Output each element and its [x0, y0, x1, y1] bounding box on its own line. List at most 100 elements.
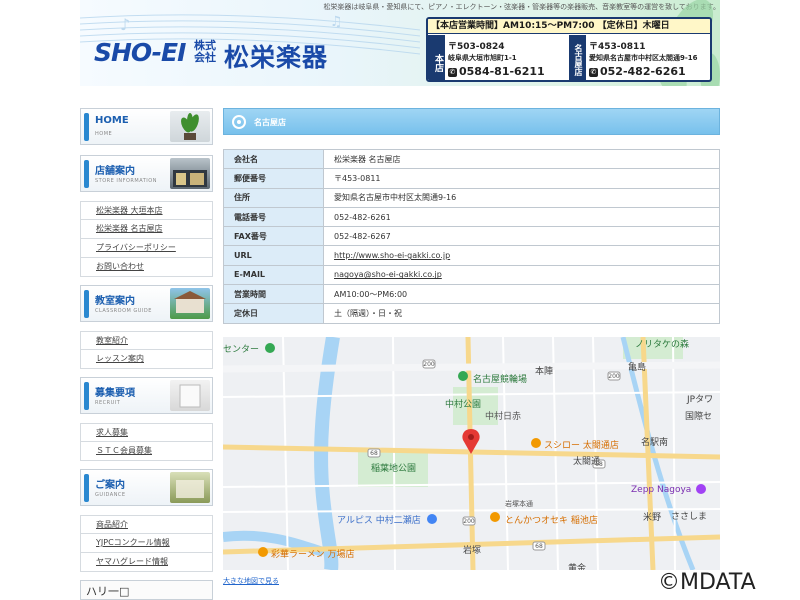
banner-accent-bar	[84, 113, 89, 141]
banner-accent-bar	[84, 474, 89, 502]
map-label: Zepp Nagoya	[631, 485, 692, 495]
main-store-tel: ✆ 0584-81-6211	[448, 65, 545, 78]
info-row: URL http://www.sho-ei-gakki.co.jp	[223, 245, 720, 266]
road-number: 68	[535, 543, 543, 550]
sidebar-bottom-box[interactable]: ハリ一□	[80, 580, 213, 600]
nagoya-store-address: 愛知県名古屋市中村区太閤通9-16	[589, 54, 698, 62]
link-privacy-policy[interactable]: プライバシーポリシー	[80, 239, 213, 258]
store-hours-box: 【本店営業時間】AM10:15～PM7:00 【定休日】木曜日 本店 〒503-…	[426, 17, 712, 82]
link-yamaha-grade[interactable]: ヤマハグレード情報	[80, 553, 213, 572]
main-store-tag: 本店	[428, 35, 445, 80]
map-poi-dot	[258, 547, 268, 557]
guide-thumbnail	[170, 472, 210, 503]
info-value-cell: 愛知県名古屋市中村区太閤通9-16	[323, 187, 720, 208]
link-contact[interactable]: お問い合わせ	[80, 258, 213, 277]
shop-banner[interactable]: 店舗案内 STORE INFORMATION	[80, 155, 213, 192]
guide-banner-title: ご案内	[95, 480, 125, 491]
school-banner-sub: CLASSROOM GUIDE	[95, 308, 152, 314]
map-label: アルピス 中村二瀬店	[337, 516, 421, 526]
map-label: とんかつオセキ 稲池店	[505, 516, 598, 526]
recruit-thumbnail	[170, 380, 210, 411]
info-value-cell[interactable]: http://www.sho-ei-gakki.co.jp	[323, 245, 720, 266]
link-products[interactable]: 商品紹介	[80, 515, 213, 534]
section-heading: 名古屋店	[223, 108, 720, 135]
info-label: FAX番号	[223, 226, 324, 247]
guide-links: 商品紹介 YJPCコンクール情報 ヤマハグレード情報	[80, 515, 213, 572]
map-label: 岩塚	[463, 546, 482, 556]
home-banner[interactable]: HOME HOME	[80, 108, 213, 145]
school-building-thumbnail	[170, 288, 210, 319]
map-label: JPタワ	[687, 395, 714, 405]
map-label: 中村日赤	[485, 412, 522, 422]
map-poi-dot	[696, 484, 706, 494]
copyright-watermark: ©MDATA	[658, 570, 756, 595]
info-row: 定休日 土（隔週）・日・祝	[223, 303, 720, 324]
phone-icon: ✆	[589, 68, 598, 77]
info-value-cell: 052-482-6261	[323, 206, 720, 228]
google-map[interactable]: 200 68 68 200 68 200 センター 名古屋競輪場 中村公園 中村…	[223, 337, 720, 570]
link-job-openings[interactable]: 求人募集	[80, 423, 213, 442]
info-value-cell: 土（隔週）・日・祝	[323, 303, 720, 324]
svg-text:♫: ♫	[330, 14, 343, 30]
info-value-link[interactable]: nagoya@sho-ei-gakki.co.jp	[334, 270, 442, 279]
recruit-banner-sub: RECRUIT	[95, 400, 121, 406]
logo-roman[interactable]: SHO-EI	[94, 38, 186, 67]
link-nagoya-store[interactable]: 松栄楽器 名古屋店	[80, 220, 213, 239]
guide-banner[interactable]: ご案内 GUIDANCE	[80, 469, 213, 506]
banner-accent-bar	[84, 382, 89, 410]
school-banner[interactable]: 教室案内 CLASSROOM GUIDE	[80, 285, 213, 322]
business-hours: 【本店営業時間】AM10:15～PM7:00 【定休日】木曜日	[428, 19, 710, 34]
larger-map-link[interactable]: 大きな地図で見る	[223, 576, 279, 586]
banner-accent-bar	[84, 290, 89, 318]
info-row: 住所 愛知県名古屋市中村区太閤通9-16	[223, 187, 720, 208]
map-poi-dot	[490, 512, 500, 522]
link-yjpc-contest[interactable]: YJPCコンクール情報	[80, 534, 213, 553]
map-label: 国際セ	[685, 412, 713, 422]
map-label: 名古屋競輪場	[473, 375, 528, 385]
map-label: 本陣	[535, 367, 554, 377]
logo-kabushiki: 株式会社	[194, 39, 216, 64]
shop-banner-sub: STORE INFORMATION	[95, 178, 157, 184]
info-row: E-MAIL nagoya@sho-ei-gakki.co.jp	[223, 264, 720, 286]
info-row: 会社名 松栄楽器 名古屋店	[223, 148, 720, 170]
map-label: 稲葉地公園	[371, 464, 417, 474]
map-label: 中村公園	[445, 400, 482, 410]
info-value-cell[interactable]: nagoya@sho-ei-gakki.co.jp	[323, 264, 720, 286]
main-store-info: 本店 〒503-0824 岐阜県大垣市旭町1-1 ✆ 0584-81-6211	[428, 35, 569, 80]
road-number: 200	[463, 518, 475, 525]
info-value-cell: 052-482-6267	[323, 226, 720, 247]
link-stc-members[interactable]: ＳＴＣ会員募集	[80, 442, 213, 461]
map-label: ノリタケの森	[635, 340, 690, 350]
nagoya-store-tel: ✆ 052-482-6261	[589, 65, 686, 78]
home-banner-title: HOME	[95, 115, 129, 126]
shop-links: 松栄楽器 大垣本店 松栄楽器 名古屋店 プライバシーポリシー お問い合わせ	[80, 201, 213, 277]
sidebar-bottom-label: ハリ一□	[86, 585, 130, 598]
map-label: 名駅南	[641, 438, 669, 448]
road-number: 68	[370, 450, 378, 457]
link-ogaki-main-store[interactable]: 松栄楽器 大垣本店	[80, 201, 213, 220]
map-label: スシロー 太閤通店	[544, 441, 619, 451]
storefront-thumbnail	[170, 158, 210, 189]
nagoya-store-tag: 名古屋店	[569, 35, 586, 80]
school-banner-title: 教室案内	[95, 296, 135, 307]
link-classroom-intro[interactable]: 教室紹介	[80, 331, 213, 350]
logo-company-name[interactable]: 松栄楽器	[224, 38, 328, 74]
recruit-banner[interactable]: 募集要項 RECRUIT	[80, 377, 213, 414]
sidebar: HOME HOME 店舗案内 STORE INFORMATION 松栄楽器 大垣…	[80, 108, 213, 600]
shop-banner-title: 店舗案内	[95, 166, 135, 177]
info-label: 住所	[223, 187, 324, 208]
nagoya-store-zip: 〒453-0811	[589, 42, 646, 52]
main-content: 名古屋店 会社名 松栄楽器 名古屋店 郵便番号 〒453-0811 住所 愛知県名古屋市中…	[223, 108, 720, 324]
info-value-link[interactable]: http://www.sho-ei-gakki.co.jp	[334, 251, 450, 260]
map-label: 岩塚本通	[505, 500, 533, 508]
map-label: 米野	[643, 513, 662, 523]
banner-accent-bar	[84, 160, 89, 188]
link-lesson-guide[interactable]: レッスン案内	[80, 350, 213, 369]
recruit-banner-title: 募集要項	[95, 388, 135, 399]
info-value-cell: AM10:00～PM6:00	[323, 284, 720, 305]
info-label: 電話番号	[223, 206, 324, 228]
info-label: 営業時間	[223, 284, 324, 305]
nagoya-store-info: 名古屋店 〒453-0811 愛知県名古屋市中村区太閤通9-16 ✆ 052-48…	[569, 35, 710, 80]
map-label: 黄金	[568, 564, 587, 570]
info-label: E-MAIL	[223, 264, 324, 286]
